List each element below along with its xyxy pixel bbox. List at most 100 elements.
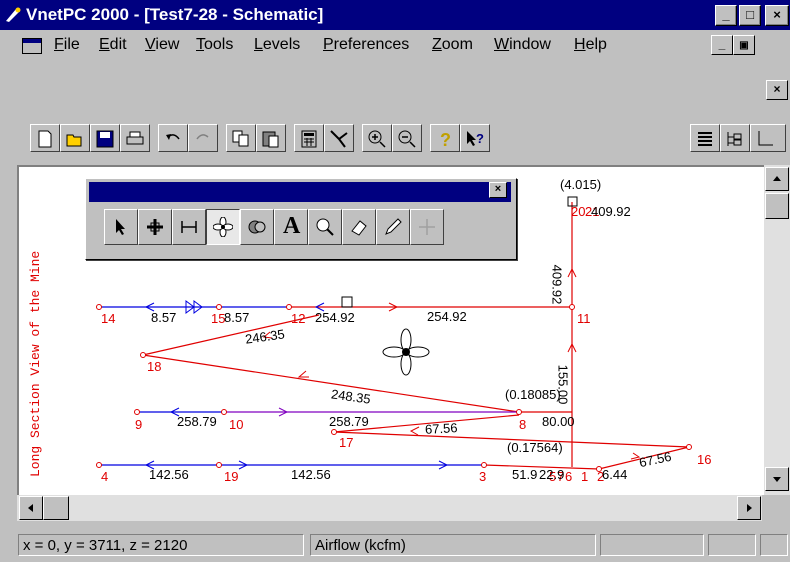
- node-label: 9: [135, 417, 143, 432]
- redo-button[interactable]: [188, 124, 218, 152]
- print-icon: [126, 131, 144, 145]
- node-4[interactable]: [96, 462, 102, 468]
- zoom-in-button[interactable]: [362, 124, 392, 152]
- node-17[interactable]: [331, 429, 337, 435]
- mdi-minimize-icon: _: [718, 37, 726, 51]
- document-menu-icon[interactable]: [22, 38, 42, 54]
- menu-edit[interactable]: Edit: [99, 36, 127, 54]
- node-16[interactable]: [686, 444, 692, 450]
- horizontal-scroll-thumb[interactable]: [43, 496, 69, 520]
- fan-curve-tool[interactable]: [240, 209, 274, 245]
- maximize-button[interactable]: □: [739, 5, 761, 26]
- new-file-button[interactable]: [30, 124, 60, 152]
- flow-label: (4.015): [560, 177, 602, 192]
- scroll-left-button[interactable]: [19, 496, 43, 520]
- status-mode: Airflow (kcfm): [310, 534, 596, 556]
- scroll-down-button[interactable]: [765, 467, 789, 491]
- select-tool[interactable]: [104, 209, 138, 245]
- mdi-restore-button[interactable]: ▣: [733, 35, 755, 55]
- flow-label: 67.56: [424, 420, 458, 437]
- copy-button[interactable]: [226, 124, 256, 152]
- scroll-right-button[interactable]: [737, 496, 761, 520]
- node-label: 10: [229, 417, 244, 432]
- pencil-tool[interactable]: [376, 209, 410, 245]
- zoom-out-button[interactable]: [392, 124, 422, 152]
- menu-levels[interactable]: Levels: [254, 36, 300, 54]
- open-button[interactable]: [60, 124, 90, 152]
- list-button[interactable]: [690, 124, 720, 152]
- flow-label: (0.17564): [507, 440, 563, 455]
- node-3[interactable]: [481, 462, 487, 468]
- branch-8-18[interactable]: [142, 354, 520, 413]
- vertical-scrollbar[interactable]: [764, 165, 790, 495]
- fan-tool[interactable]: [206, 209, 240, 245]
- tool-palette[interactable]: × A: [85, 178, 517, 260]
- menu-help[interactable]: Help: [574, 36, 607, 54]
- palette-title-bar[interactable]: [89, 182, 511, 202]
- scroll-up-button[interactable]: [765, 167, 789, 191]
- node-18[interactable]: [140, 352, 146, 358]
- add-junction-tool[interactable]: [138, 209, 172, 245]
- fan-symbol[interactable]: [382, 328, 430, 376]
- flow-label: 258.79: [177, 414, 217, 429]
- eraser-tool[interactable]: [342, 209, 376, 245]
- maximize-icon: □: [746, 7, 754, 22]
- palette-close-button[interactable]: ×: [489, 182, 507, 198]
- save-button[interactable]: [90, 124, 120, 152]
- minimize-button[interactable]: _: [715, 5, 737, 26]
- main-toolbar: ? ?: [0, 110, 790, 158]
- undo-button[interactable]: [158, 124, 188, 152]
- status-panel-empty-2: [708, 534, 756, 556]
- stopping-symbol[interactable]: [341, 296, 353, 308]
- context-help-button[interactable]: ?: [460, 124, 490, 152]
- node-label: 8: [519, 417, 527, 432]
- branch-button[interactable]: [720, 124, 750, 152]
- node-19[interactable]: [216, 462, 222, 468]
- node-label: 6: [565, 469, 573, 484]
- node-9[interactable]: [134, 409, 140, 415]
- calculate-button[interactable]: [294, 124, 324, 152]
- close-button[interactable]: ×: [765, 5, 789, 26]
- connect-button[interactable]: [324, 124, 354, 152]
- help-button[interactable]: ?: [430, 124, 460, 152]
- text-tool[interactable]: A: [274, 209, 308, 245]
- node-label: 11: [577, 311, 591, 326]
- left-arrow-icon: [28, 504, 33, 512]
- node-8[interactable]: [516, 409, 522, 415]
- flow-label: 22.9: [539, 467, 565, 482]
- menu-file[interactable]: File: [54, 36, 80, 54]
- paste-button[interactable]: [256, 124, 286, 152]
- mdi-close-button[interactable]: ×: [766, 80, 788, 100]
- flow-label: 254.92: [427, 309, 467, 324]
- print-button[interactable]: [120, 124, 150, 152]
- node-15[interactable]: [216, 304, 222, 310]
- node-12[interactable]: [286, 304, 292, 310]
- node-label: 12: [291, 311, 306, 326]
- vertical-scroll-thumb[interactable]: [765, 193, 789, 219]
- add-junction-icon: [147, 219, 163, 235]
- new-file-icon: [38, 130, 52, 148]
- menu-zoom[interactable]: Zoom: [432, 36, 473, 54]
- node-10[interactable]: [221, 409, 227, 415]
- zoom-tool[interactable]: [308, 209, 342, 245]
- add-branch-tool[interactable]: [172, 209, 206, 245]
- flow-arrow: [297, 370, 309, 378]
- zoom-out-icon: [398, 130, 416, 148]
- menu-view[interactable]: View: [145, 36, 179, 54]
- resize-grip[interactable]: [760, 534, 788, 556]
- crosshair-icon: [419, 219, 435, 235]
- node-label: 1: [581, 469, 589, 484]
- node-14[interactable]: [96, 304, 102, 310]
- menu-tools[interactable]: Tools: [196, 36, 233, 54]
- menu-preferences[interactable]: Preferences: [323, 36, 409, 54]
- node-11[interactable]: [569, 304, 575, 310]
- node-label: 20: [571, 204, 586, 219]
- right-arrow-icon: [747, 504, 752, 512]
- axis-button[interactable]: [750, 124, 786, 152]
- crosshair-tool[interactable]: [410, 209, 444, 245]
- horizontal-scrollbar[interactable]: [17, 495, 762, 521]
- flow-label: 6.44: [602, 467, 628, 482]
- connect-icon: [330, 130, 348, 148]
- menu-window[interactable]: Window: [494, 36, 551, 54]
- mdi-minimize-button[interactable]: _: [711, 35, 733, 55]
